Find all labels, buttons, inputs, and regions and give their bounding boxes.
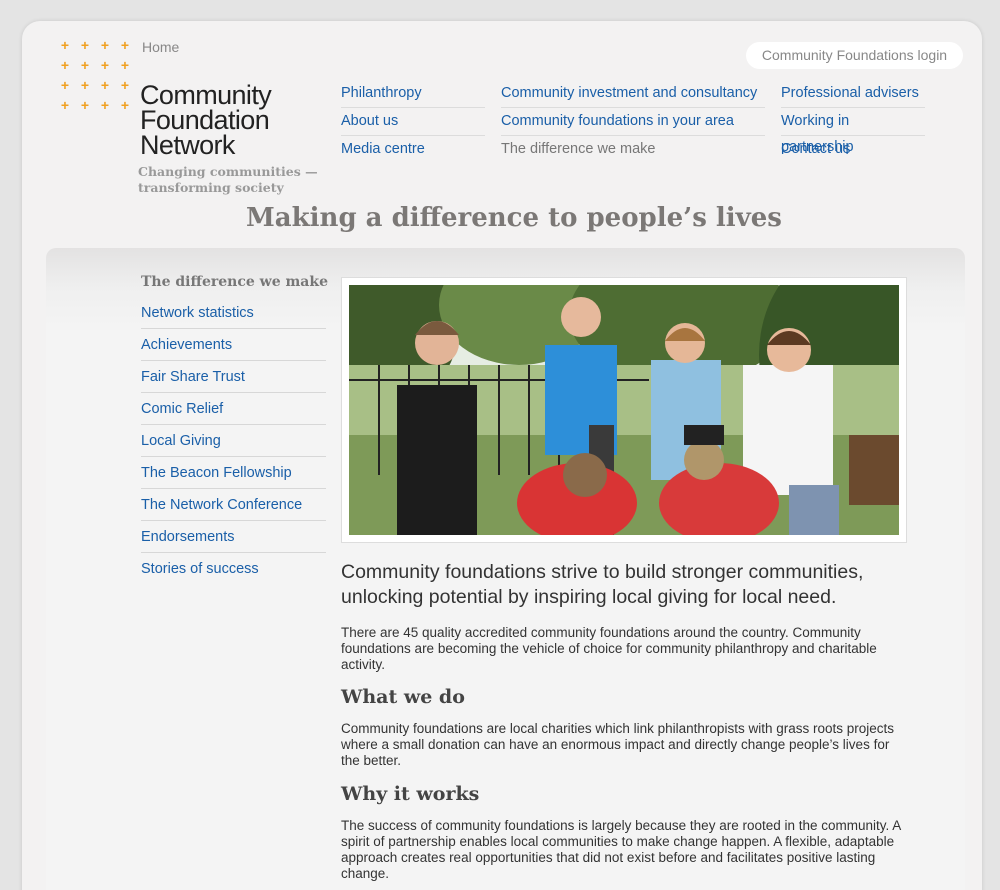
logo-line: Network — [140, 130, 235, 160]
nav-item-media-centre[interactable]: Media centre — [341, 136, 485, 164]
nav-item-community-investment[interactable]: Community investment and consultancy — [501, 80, 765, 108]
site-logo[interactable]: Community Foundation Network — [140, 82, 272, 160]
logo-dots-icon[interactable]: + + + + + + + + + + + + + + + + — [57, 37, 137, 117]
sidebar-item-comic-relief[interactable]: Comic Relief — [141, 393, 326, 425]
nav-item-about-us[interactable]: About us — [341, 108, 485, 136]
nav-item-professional-advisers[interactable]: Professional advisers — [781, 80, 925, 108]
tagline: Changing communities — transforming soci… — [138, 164, 318, 196]
sidebar-item-network-statistics[interactable]: Network statistics — [141, 297, 326, 329]
main-nav-col2: Community investment and consultancy Com… — [501, 80, 765, 164]
heading-what-we-do: What we do — [341, 686, 465, 708]
sidebar-item-stories-of-success[interactable]: Stories of success — [141, 553, 326, 585]
login-button[interactable]: Community Foundations login — [746, 42, 963, 69]
page-title: Making a difference to people’s lives — [246, 203, 782, 233]
heading-why-it-works: Why it works — [341, 783, 480, 805]
sidebar-item-local-giving[interactable]: Local Giving — [141, 425, 326, 457]
sidebar-item-fair-share-trust[interactable]: Fair Share Trust — [141, 361, 326, 393]
home-link[interactable]: Home — [142, 39, 179, 55]
main-nav-col1: Philanthropy About us Media centre — [341, 80, 485, 164]
what-we-do-paragraph: Community foundations are local charitie… — [341, 721, 894, 768]
feature-photo — [349, 285, 899, 535]
tagline-line: Changing communities — — [138, 164, 318, 179]
sidebar-item-beacon-fellowship[interactable]: The Beacon Fellowship — [141, 457, 326, 489]
nav-item-working-in-partnership[interactable]: Working in partnership — [781, 108, 925, 155]
main-nav-col3: Professional advisers Working in partner… — [781, 80, 925, 164]
group-photo-image — [349, 285, 899, 535]
lead-paragraph: Community foundations strive to build st… — [341, 561, 864, 608]
sidebar-heading: The difference we make — [141, 274, 328, 290]
nav-item-difference-we-make[interactable]: The difference we make — [501, 136, 765, 164]
nav-item-foundations-in-your-area[interactable]: Community foundations in your area — [501, 108, 765, 136]
nav-item-philanthropy[interactable]: Philanthropy — [341, 80, 485, 108]
sidebar-item-endorsements[interactable]: Endorsements — [141, 521, 326, 553]
tagline-line: transforming society — [138, 180, 284, 195]
feature-photo-frame — [341, 277, 907, 543]
intro-paragraph: There are 45 quality accredited communit… — [341, 625, 877, 672]
why-it-works-paragraph: The success of community foundations is … — [341, 818, 901, 881]
sidebar-item-achievements[interactable]: Achievements — [141, 329, 326, 361]
sidebar-item-network-conference[interactable]: The Network Conference — [141, 489, 326, 521]
sidebar-nav: Network statistics Achievements Fair Sha… — [141, 297, 326, 585]
